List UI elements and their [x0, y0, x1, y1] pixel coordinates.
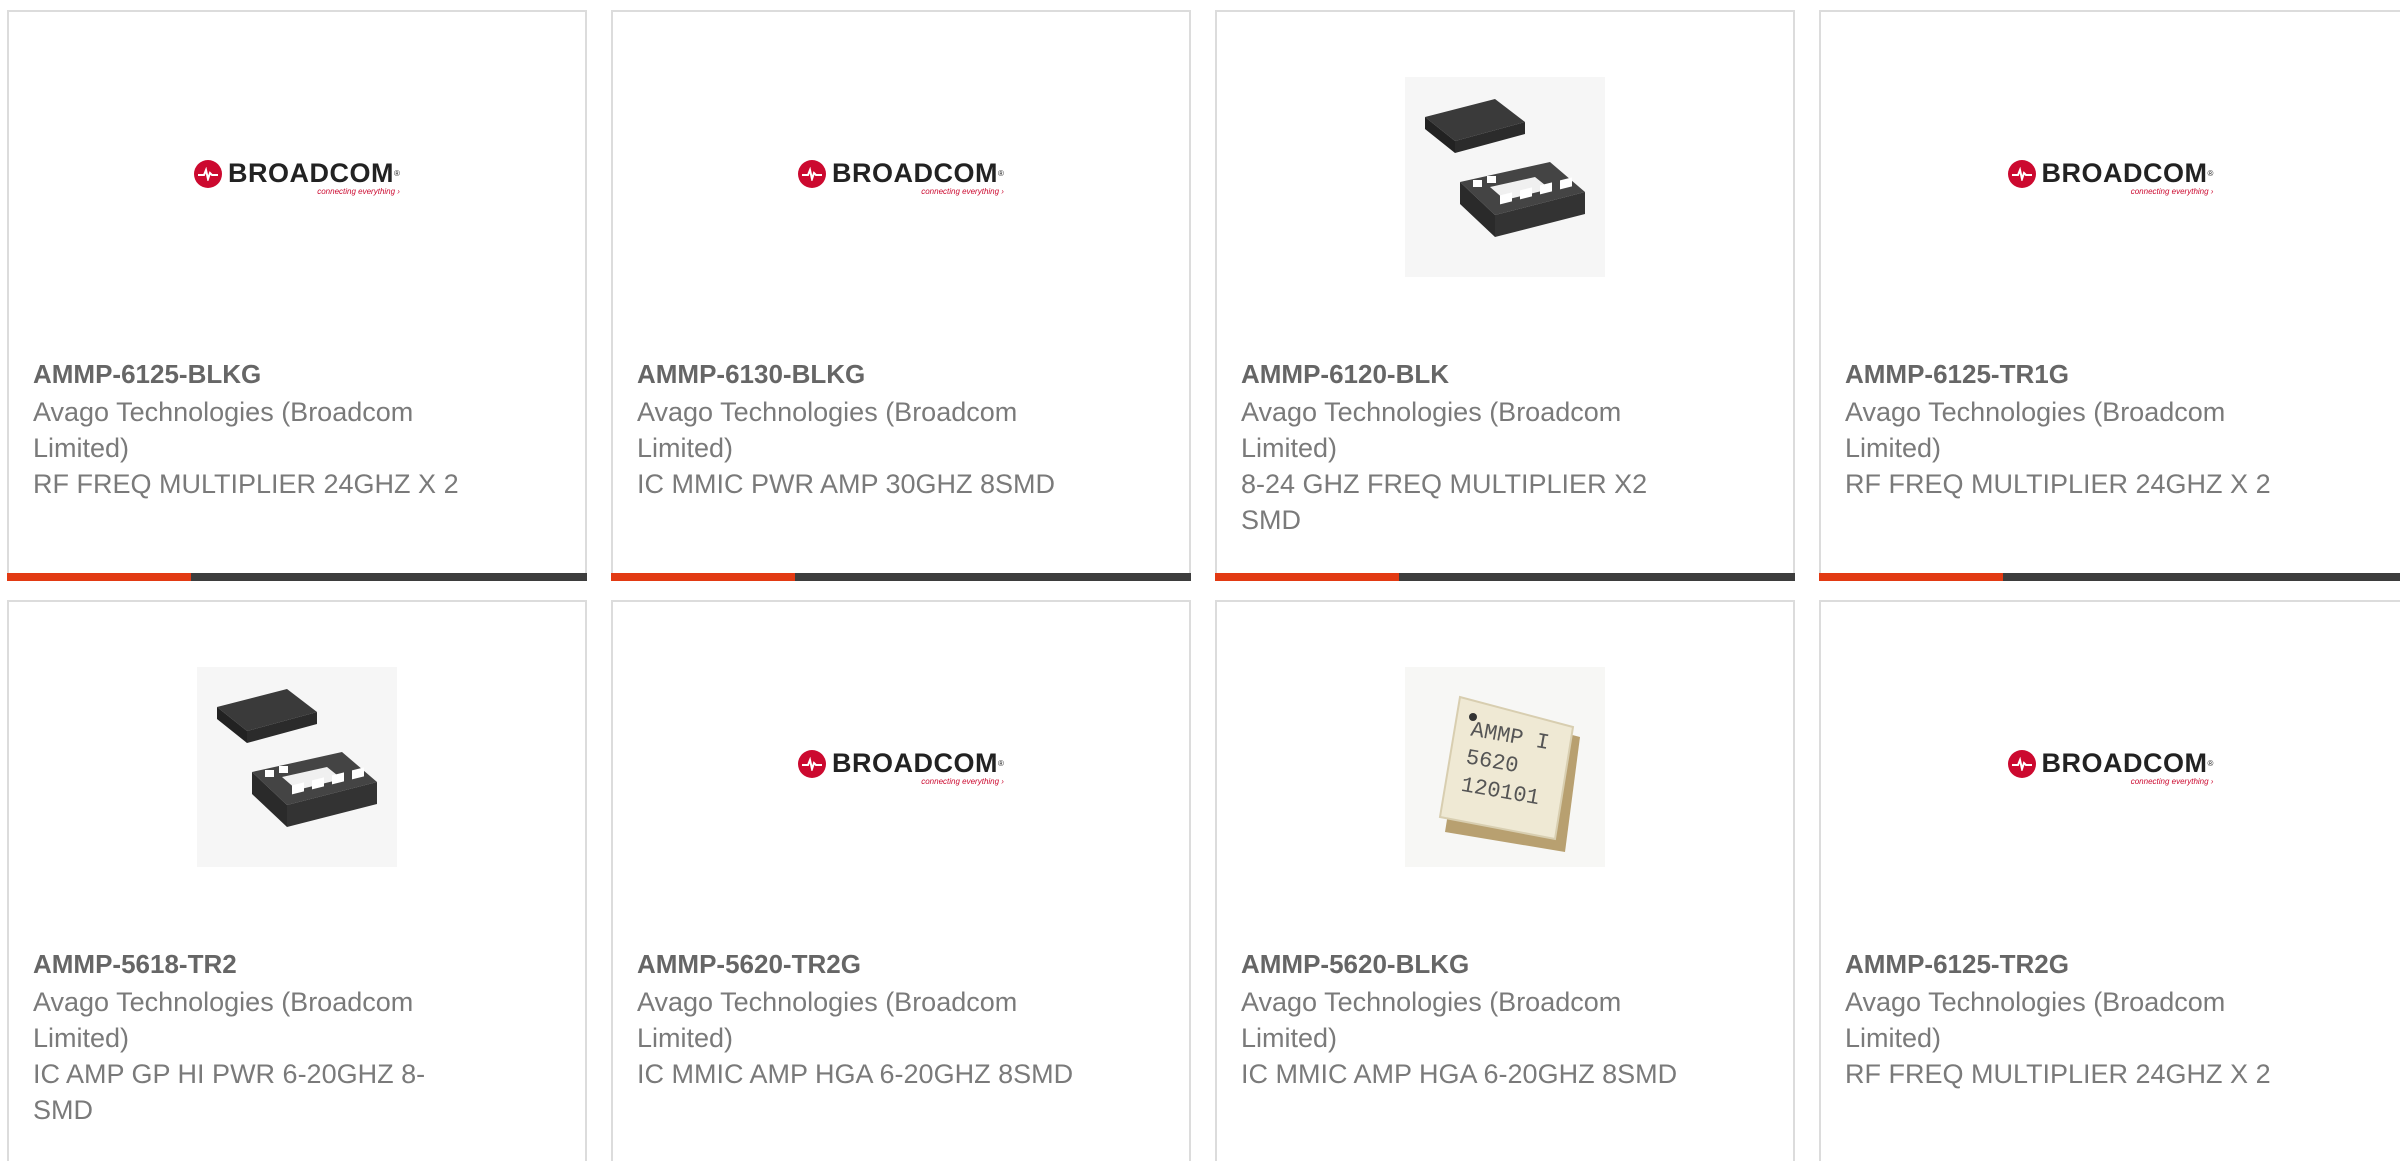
product-image[interactable] — [1217, 12, 1793, 342]
ceramic-package-image: AMMP I 5620 120101 — [1405, 667, 1605, 867]
part-number-link[interactable]: AMMP-6125-TR2G — [1845, 946, 2290, 982]
logo-wordmark: BROADCOM — [2041, 158, 2208, 188]
broadcom-logo: BROADCOM ® connecting everything › — [2007, 158, 2214, 196]
logo-tagline: connecting everything › — [921, 187, 1004, 196]
product-image[interactable]: BROADCOM ® connecting everything › — [1821, 602, 2400, 932]
description: RF FREQ MULTIPLIER 24GHZ X 2 — [1845, 469, 2271, 499]
description: RF FREQ MULTIPLIER 24GHZ X 2 — [1845, 1059, 2271, 1089]
card-accent-bar — [7, 573, 587, 581]
manufacturer: Avago Technologies (Broadcom Limited) — [637, 987, 1018, 1053]
part-number-link[interactable]: AMMP-5620-BLKG — [1241, 946, 1683, 982]
part-number-link[interactable]: AMMP-6125-TR1G — [1845, 356, 2290, 392]
card-accent-bar — [1215, 573, 1795, 581]
description: RF FREQ MULTIPLIER 24GHZ X 2 — [33, 469, 459, 499]
logo-registered: ® — [394, 169, 400, 178]
logo-wordmark: BROADCOM — [228, 158, 395, 188]
product-card[interactable]: BROADCOM ® connecting everything › AMMP-… — [1819, 600, 2400, 1161]
card-accent-bar — [611, 573, 1191, 581]
logo-wordmark: BROADCOM — [2041, 748, 2208, 778]
description: IC MMIC PWR AMP 30GHZ 8SMD — [637, 469, 1056, 499]
part-number-link[interactable]: AMMP-6120-BLK — [1241, 356, 1683, 392]
product-card[interactable]: BROADCOM ® connecting everything › AMMP-… — [611, 10, 1191, 581]
broadcom-pulse-icon — [194, 159, 223, 188]
manufacturer: Avago Technologies (Broadcom Limited) — [1845, 397, 2226, 463]
logo-registered: ® — [2207, 759, 2214, 768]
manufacturer: Avago Technologies (Broadcom Limited) — [33, 397, 414, 463]
logo-registered: ® — [998, 169, 1004, 178]
product-image[interactable]: BROADCOM ® connecting everything › — [613, 12, 1189, 342]
manufacturer: Avago Technologies (Broadcom Limited) — [1241, 987, 1622, 1053]
description: 8-24 GHZ FREQ MULTIPLIER X2 SMD — [1241, 469, 1648, 535]
logo-tagline: connecting everything › — [2130, 777, 2214, 786]
product-card[interactable]: AMMP I 5620 120101 AMMP-5620-BLKG Avago … — [1215, 600, 1795, 1161]
qfn-package-image — [197, 667, 397, 867]
manufacturer: Avago Technologies (Broadcom Limited) — [1845, 987, 2226, 1053]
part-number-link[interactable]: AMMP-6125-BLKG — [33, 356, 475, 392]
logo-wordmark: BROADCOM — [832, 158, 999, 188]
broadcom-logo: BROADCOM ® connecting everything › — [194, 158, 400, 196]
description: IC AMP GP HI PWR 6-20GHZ 8-SMD — [33, 1059, 426, 1125]
product-card[interactable]: AMMP-5618-TR2 Avago Technologies (Broadc… — [7, 600, 587, 1161]
logo-registered: ® — [998, 759, 1004, 768]
broadcom-logo: BROADCOM ® connecting everything › — [798, 748, 1004, 786]
product-image[interactable]: BROADCOM ® connecting everything › — [9, 12, 585, 342]
broadcom-pulse-icon — [798, 159, 827, 188]
logo-registered: ® — [2207, 169, 2214, 178]
product-card[interactable]: BROADCOM ® connecting everything › AMMP-… — [611, 600, 1191, 1161]
part-number-link[interactable]: AMMP-5618-TR2 — [33, 946, 475, 982]
broadcom-pulse-icon — [798, 749, 827, 778]
product-image[interactable]: BROADCOM ® connecting everything › — [613, 602, 1189, 932]
product-card[interactable]: BROADCOM ® connecting everything › AMMP-… — [7, 10, 587, 581]
logo-tagline: connecting everything › — [317, 187, 400, 196]
manufacturer: Avago Technologies (Broadcom Limited) — [1241, 397, 1622, 463]
broadcom-logo: BROADCOM ® connecting everything › — [2007, 748, 2214, 786]
product-image[interactable]: BROADCOM ® connecting everything › — [1821, 12, 2400, 342]
broadcom-pulse-icon — [2007, 749, 2036, 778]
manufacturer: Avago Technologies (Broadcom Limited) — [33, 987, 414, 1053]
manufacturer: Avago Technologies (Broadcom Limited) — [637, 397, 1018, 463]
product-grid: BROADCOM ® connecting everything › AMMP-… — [0, 0, 2400, 1161]
logo-tagline: connecting everything › — [921, 777, 1004, 786]
product-image[interactable]: AMMP I 5620 120101 — [1217, 602, 1793, 932]
product-image[interactable] — [9, 602, 585, 932]
product-card[interactable]: BROADCOM ® connecting everything › AMMP-… — [1819, 10, 2400, 581]
part-number-link[interactable]: AMMP-6130-BLKG — [637, 356, 1079, 392]
description: IC MMIC AMP HGA 6-20GHZ 8SMD — [1241, 1059, 1678, 1089]
description: IC MMIC AMP HGA 6-20GHZ 8SMD — [637, 1059, 1074, 1089]
qfn-package-image — [1405, 77, 1605, 277]
card-accent-bar — [1819, 573, 2400, 581]
logo-tagline: connecting everything › — [2130, 187, 2214, 196]
product-card[interactable]: AMMP-6120-BLK Avago Technologies (Broadc… — [1215, 10, 1795, 581]
broadcom-logo: BROADCOM ® connecting everything › — [798, 158, 1004, 196]
part-number-link[interactable]: AMMP-5620-TR2G — [637, 946, 1079, 982]
broadcom-pulse-icon — [2007, 159, 2036, 188]
logo-wordmark: BROADCOM — [832, 748, 999, 778]
